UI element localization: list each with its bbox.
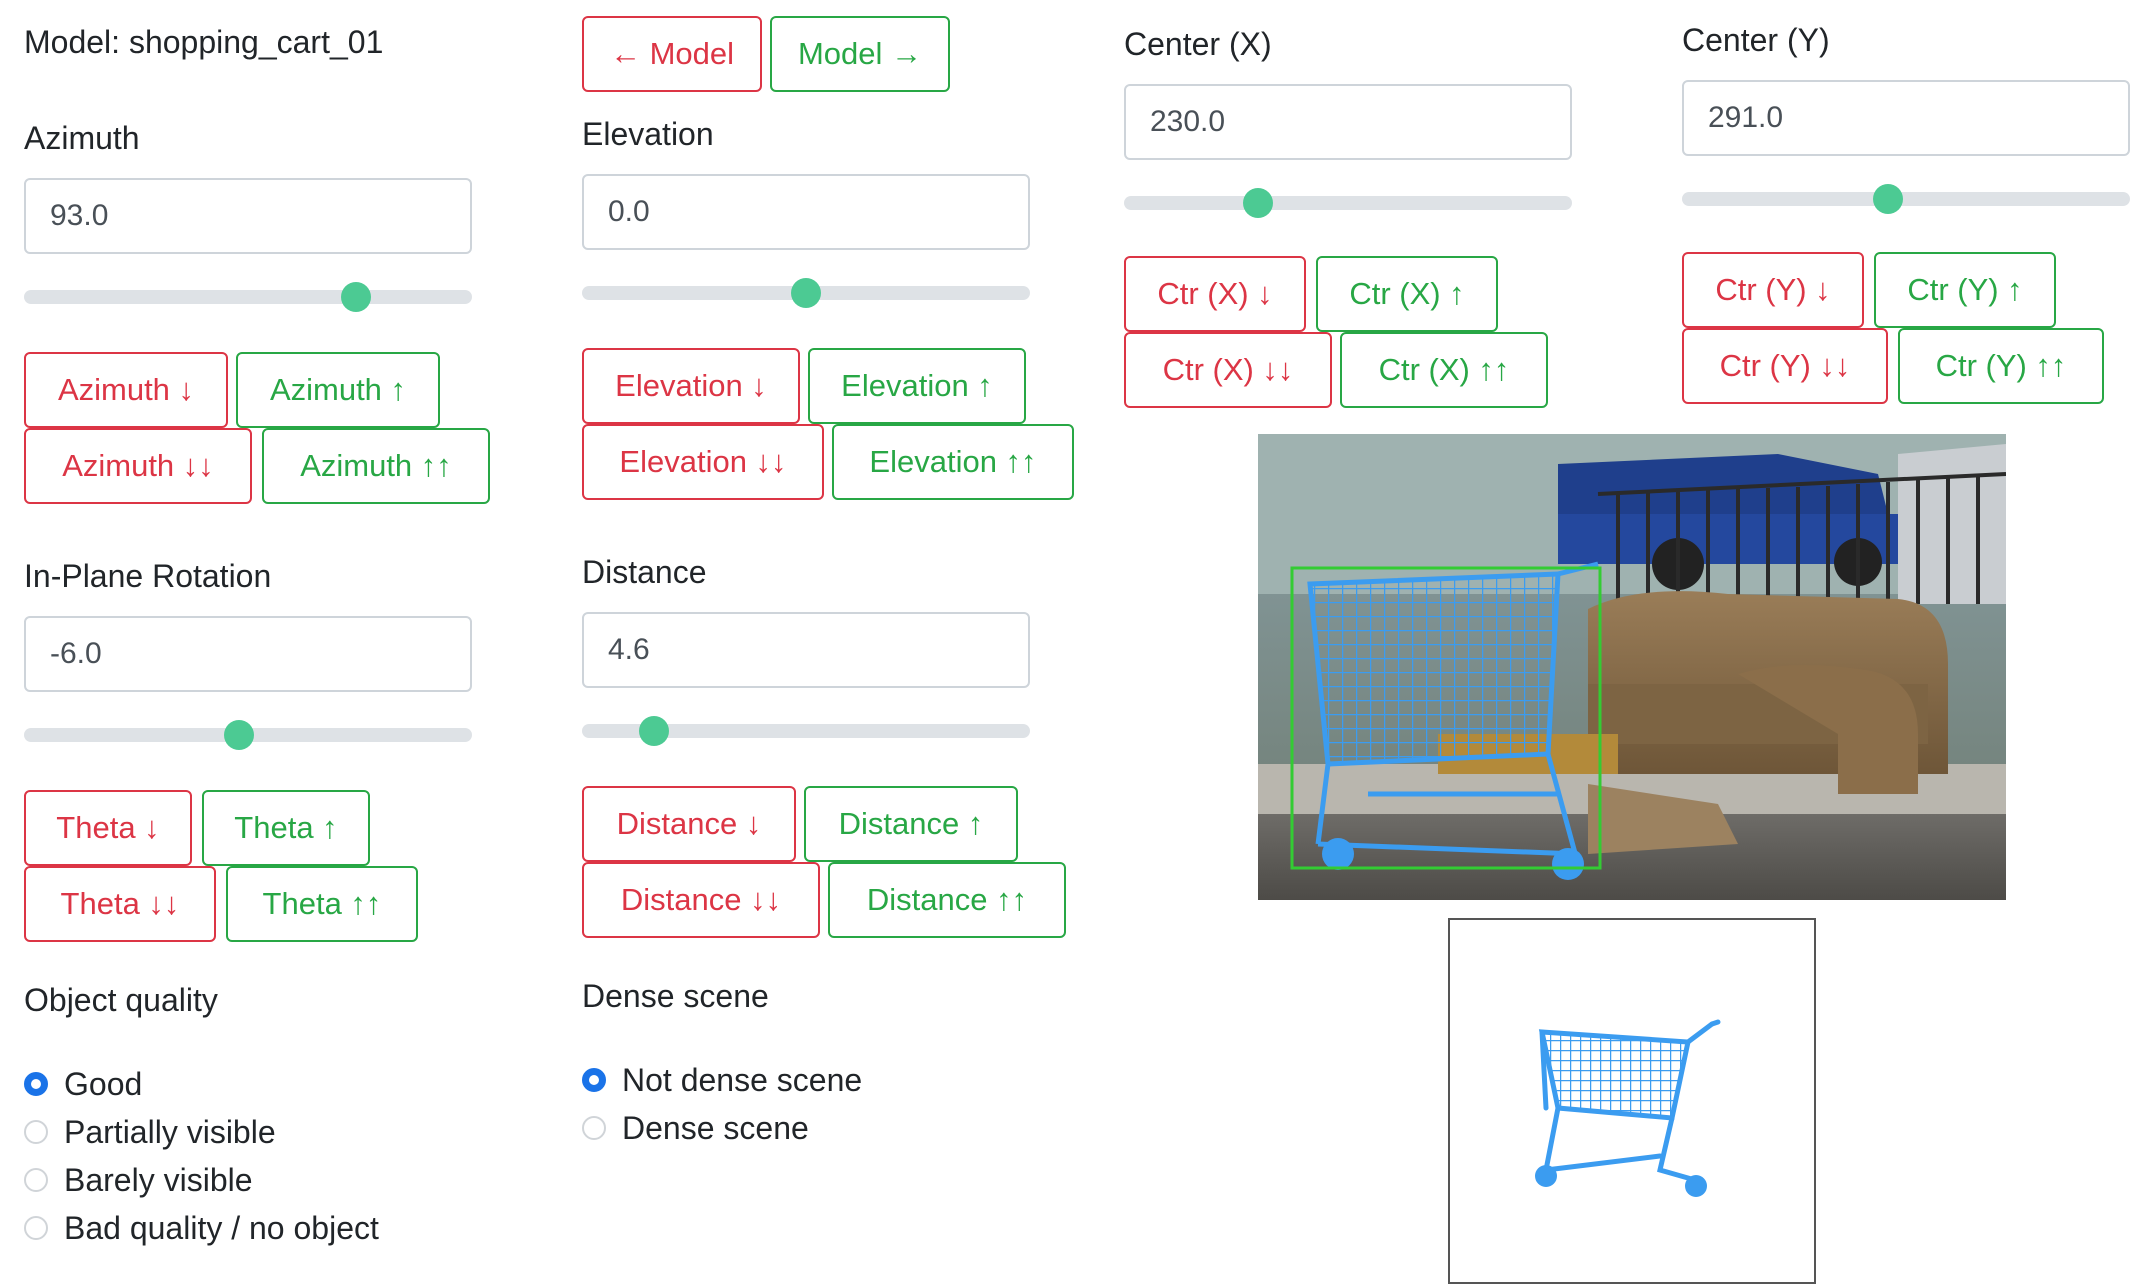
center-y-slider-thumb[interactable] xyxy=(1873,184,1904,214)
azimuth-down-button[interactable]: Azimuth ↓ xyxy=(24,352,228,428)
azimuth-slider-thumb[interactable] xyxy=(340,282,371,312)
theta-down-button[interactable]: Theta ↓ xyxy=(24,790,192,866)
dense-option-dense[interactable]: Dense scene xyxy=(582,1104,862,1152)
center-y-down-down-button[interactable]: Ctr (Y) ↓↓ xyxy=(1682,328,1888,404)
next-model-button[interactable]: Model → xyxy=(770,16,950,92)
dense-scene-label: Dense scene xyxy=(582,978,769,1014)
elevation-label: Elevation xyxy=(582,116,714,152)
center-y-up-button[interactable]: Ctr (Y) ↑ xyxy=(1874,252,2056,328)
quality-option-label: Barely visible xyxy=(64,1162,253,1198)
elevation-slider-thumb[interactable] xyxy=(791,278,821,308)
radio-icon[interactable] xyxy=(582,1116,606,1140)
theta-up-button[interactable]: Theta ↑ xyxy=(202,790,370,866)
azimuth-slider[interactable] xyxy=(24,282,472,312)
model-preview xyxy=(1448,918,1816,1284)
center-y-input[interactable]: 291.0 xyxy=(1682,80,2130,156)
radio-selected-icon[interactable] xyxy=(24,1072,48,1096)
object-quality-group: Good Partially visible Barely visible Ba… xyxy=(24,1060,379,1252)
elevation-down-down-button[interactable]: Elevation ↓↓ xyxy=(582,424,824,500)
center-y-up-up-button[interactable]: Ctr (Y) ↑↑ xyxy=(1898,328,2104,404)
distance-down-down-button[interactable]: Distance ↓↓ xyxy=(582,862,820,938)
elevation-input[interactable]: 0.0 xyxy=(582,174,1030,250)
azimuth-up-button[interactable]: Azimuth ↑ xyxy=(236,352,440,428)
center-x-slider[interactable] xyxy=(1124,188,1572,218)
quality-option-bad[interactable]: Bad quality / no object xyxy=(24,1204,379,1252)
distance-slider-thumb[interactable] xyxy=(638,716,669,746)
prev-model-button[interactable]: ← Model xyxy=(582,16,762,92)
elevation-down-button[interactable]: Elevation ↓ xyxy=(582,348,800,424)
elevation-up-up-button[interactable]: Elevation ↑↑ xyxy=(832,424,1074,500)
elevation-up-button[interactable]: Elevation ↑ xyxy=(808,348,1026,424)
center-x-up-button[interactable]: Ctr (X) ↑ xyxy=(1316,256,1498,332)
model-label: Model: shopping_cart_01 xyxy=(24,24,384,60)
distance-slider[interactable] xyxy=(582,716,1030,746)
dense-scene-group: Not dense scene Dense scene xyxy=(582,1056,862,1152)
radio-icon[interactable] xyxy=(24,1216,48,1240)
theta-slider-thumb[interactable] xyxy=(224,720,255,750)
distance-up-up-button[interactable]: Distance ↑↑ xyxy=(828,862,1066,938)
distance-input[interactable]: 4.6 xyxy=(582,612,1030,688)
dense-option-label: Not dense scene xyxy=(622,1062,863,1098)
center-x-down-button[interactable]: Ctr (X) ↓ xyxy=(1124,256,1306,332)
quality-option-label: Partially visible xyxy=(64,1114,276,1150)
distance-label: Distance xyxy=(582,554,707,590)
theta-label: In-Plane Rotation xyxy=(24,558,272,594)
center-y-slider[interactable] xyxy=(1682,184,2130,214)
quality-option-label: Bad quality / no object xyxy=(64,1210,379,1246)
center-y-down-button[interactable]: Ctr (Y) ↓ xyxy=(1682,252,1864,328)
radio-icon[interactable] xyxy=(24,1120,48,1144)
center-y-label: Center (Y) xyxy=(1682,22,1830,58)
dense-option-label: Dense scene xyxy=(622,1110,809,1146)
center-x-down-down-button[interactable]: Ctr (X) ↓↓ xyxy=(1124,332,1332,408)
azimuth-label: Azimuth xyxy=(24,120,140,156)
radio-icon[interactable] xyxy=(24,1168,48,1192)
object-quality-label: Object quality xyxy=(24,982,218,1018)
azimuth-down-down-button[interactable]: Azimuth ↓↓ xyxy=(24,428,252,504)
distance-down-button[interactable]: Distance ↓ xyxy=(582,786,796,862)
quality-option-partially-visible[interactable]: Partially visible xyxy=(24,1108,379,1156)
center-x-input[interactable]: 230.0 xyxy=(1124,84,1572,160)
dense-option-not-dense[interactable]: Not dense scene xyxy=(582,1056,862,1104)
quality-option-barely-visible[interactable]: Barely visible xyxy=(24,1156,379,1204)
distance-up-button[interactable]: Distance ↑ xyxy=(804,786,1018,862)
azimuth-up-up-button[interactable]: Azimuth ↑↑ xyxy=(262,428,490,504)
quality-option-label: Good xyxy=(64,1066,143,1102)
theta-up-up-button[interactable]: Theta ↑↑ xyxy=(226,866,418,942)
azimuth-input[interactable]: 93.0 xyxy=(24,178,472,254)
theta-input[interactable]: -6.0 xyxy=(24,616,472,692)
theta-down-down-button[interactable]: Theta ↓↓ xyxy=(24,866,216,942)
scene-photo-image xyxy=(1258,434,2006,900)
scene-photo xyxy=(1258,434,2006,900)
theta-slider[interactable] xyxy=(24,720,472,750)
center-x-up-up-button[interactable]: Ctr (X) ↑↑ xyxy=(1340,332,1548,408)
center-x-label: Center (X) xyxy=(1124,26,1272,62)
quality-option-good[interactable]: Good xyxy=(24,1060,379,1108)
radio-selected-icon[interactable] xyxy=(582,1068,606,1092)
center-x-slider-thumb[interactable] xyxy=(1243,188,1274,218)
cart-model-render xyxy=(1535,1019,1721,1197)
elevation-slider[interactable] xyxy=(582,278,1030,308)
